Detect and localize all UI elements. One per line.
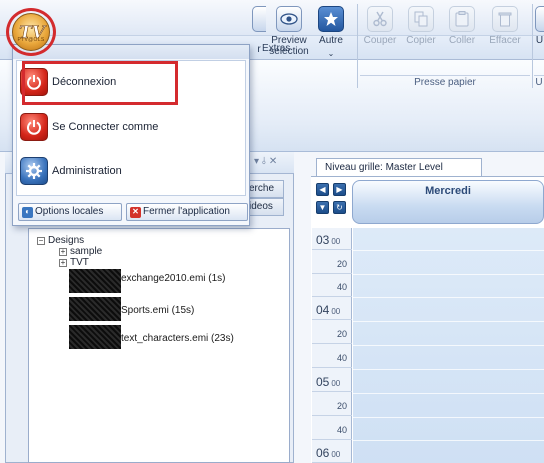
autre-label: Autre bbox=[319, 35, 343, 46]
effacer-button[interactable]: Effacer bbox=[485, 6, 525, 46]
preview-selection-label: Preview selection bbox=[269, 35, 309, 57]
coller-button[interactable]: Coller bbox=[444, 6, 480, 46]
time-slot: 20 bbox=[312, 254, 352, 274]
day-label: Mercredi bbox=[425, 185, 471, 197]
grid-line bbox=[353, 369, 544, 370]
menu-item-se-connecter-comme[interactable]: Se Connecter comme bbox=[20, 113, 158, 141]
tab-grid-level[interactable]: Niveau grille: Master Level bbox=[316, 158, 482, 176]
designs-tree: − Designs + sample + TVT exchange2010.em… bbox=[28, 228, 290, 463]
ribbon-separator bbox=[532, 4, 533, 88]
expand-icon[interactable]: + bbox=[59, 247, 67, 256]
grid-line bbox=[353, 321, 544, 322]
chevron-down-icon: ⌄ bbox=[327, 49, 335, 58]
tree-node-tvt[interactable]: + TVT bbox=[59, 257, 89, 268]
time-slot: 20 bbox=[312, 324, 352, 344]
ribbon-button-label: r bbox=[257, 44, 261, 55]
fermer-application-button[interactable]: ✕ Fermer l'application bbox=[126, 203, 248, 221]
ribbon-button-partial-right[interactable]: U bbox=[535, 6, 544, 46]
trash-icon bbox=[492, 6, 518, 32]
copier-button[interactable]: Copier bbox=[403, 6, 439, 46]
couper-button[interactable]: Couper bbox=[362, 6, 398, 46]
star-icon bbox=[318, 6, 344, 32]
highlight-circle bbox=[6, 8, 56, 56]
couper-label: Couper bbox=[363, 35, 397, 46]
time-slot: 20 bbox=[312, 396, 352, 416]
nav-refresh-icon[interactable]: ↻ bbox=[333, 201, 346, 214]
group-label-partial: U bbox=[534, 75, 544, 88]
time-slot: 06 00 bbox=[312, 443, 352, 463]
options-locales-label: Options locales bbox=[35, 206, 104, 217]
gear-icon bbox=[20, 157, 48, 185]
file-thumbnail[interactable] bbox=[69, 325, 121, 349]
paste-icon bbox=[449, 6, 475, 32]
menu-item-administration[interactable]: Administration bbox=[20, 157, 122, 185]
tree-node-sample[interactable]: + sample bbox=[59, 246, 102, 257]
grid-line bbox=[353, 417, 544, 418]
time-slot: 05 00 bbox=[312, 372, 352, 392]
side-tab-videos[interactable]: ideos bbox=[244, 198, 284, 216]
file-thumbnail[interactable] bbox=[69, 297, 121, 321]
close-icon: ✕ bbox=[130, 206, 141, 218]
menu-item-label: Administration bbox=[52, 165, 122, 177]
nav-last-icon[interactable]: ▶ bbox=[333, 183, 346, 196]
effacer-label: Effacer bbox=[489, 35, 521, 46]
preview-selection-button[interactable]: Preview selection bbox=[266, 6, 312, 57]
nav-down-icon[interactable]: ▼ bbox=[316, 201, 329, 214]
file-name[interactable]: text_characters.emi (23s) bbox=[121, 333, 234, 344]
copy-icon bbox=[408, 6, 434, 32]
tree-node-label: Designs bbox=[48, 235, 85, 246]
fermer-application-label: Fermer l'application bbox=[143, 206, 230, 217]
highlight-box bbox=[22, 61, 178, 105]
expand-icon[interactable]: + bbox=[59, 258, 67, 267]
scissors-icon bbox=[367, 6, 393, 32]
file-name[interactable]: exchange2010.emi (1s) bbox=[121, 273, 226, 284]
tree-node-label: sample bbox=[70, 246, 103, 257]
grid-line bbox=[353, 345, 544, 346]
grid-line bbox=[353, 250, 544, 251]
grid-line bbox=[353, 440, 544, 441]
grid-line bbox=[353, 297, 544, 298]
copier-label: Copier bbox=[406, 35, 436, 46]
ribbon-button-label: U bbox=[535, 35, 544, 46]
menu-item-label: Se Connecter comme bbox=[52, 121, 159, 133]
ribbon-separator bbox=[357, 4, 358, 88]
collapse-icon[interactable]: − bbox=[37, 236, 45, 245]
time-slot: 40 bbox=[312, 277, 352, 297]
tree-node-label: TVT bbox=[70, 257, 89, 268]
tree-node-designs[interactable]: − Designs bbox=[37, 235, 84, 246]
eye-preview-icon bbox=[276, 6, 302, 32]
cut-partial-icon bbox=[252, 6, 266, 32]
options-locales-button[interactable]: ◐ Options locales bbox=[18, 203, 122, 221]
file-name[interactable]: Sports.emi (15s) bbox=[121, 305, 194, 316]
grid-line bbox=[353, 393, 544, 394]
time-slot: 04 00 bbox=[312, 300, 352, 320]
time-slot: 40 bbox=[312, 348, 352, 368]
nav-first-icon[interactable]: ◀ bbox=[316, 183, 329, 196]
partial-icon bbox=[535, 6, 544, 32]
time-slot: 40 bbox=[312, 420, 352, 440]
coller-label: Coller bbox=[448, 35, 476, 46]
group-label-presse-papier: Presse papier bbox=[360, 75, 530, 89]
ribbon-button-partial[interactable]: r bbox=[252, 6, 266, 55]
autre-button[interactable]: Autre ⌄ bbox=[314, 6, 348, 59]
grid-line bbox=[353, 274, 544, 275]
time-slot: 03 00 bbox=[312, 230, 352, 250]
power-icon bbox=[20, 113, 48, 141]
side-tab-recherche[interactable]: erche bbox=[244, 180, 284, 198]
file-thumbnail[interactable] bbox=[69, 269, 121, 293]
panel-pin-controls[interactable]: ▾ ⫰ ✕ bbox=[254, 156, 277, 167]
options-icon: ◐ bbox=[22, 206, 33, 218]
